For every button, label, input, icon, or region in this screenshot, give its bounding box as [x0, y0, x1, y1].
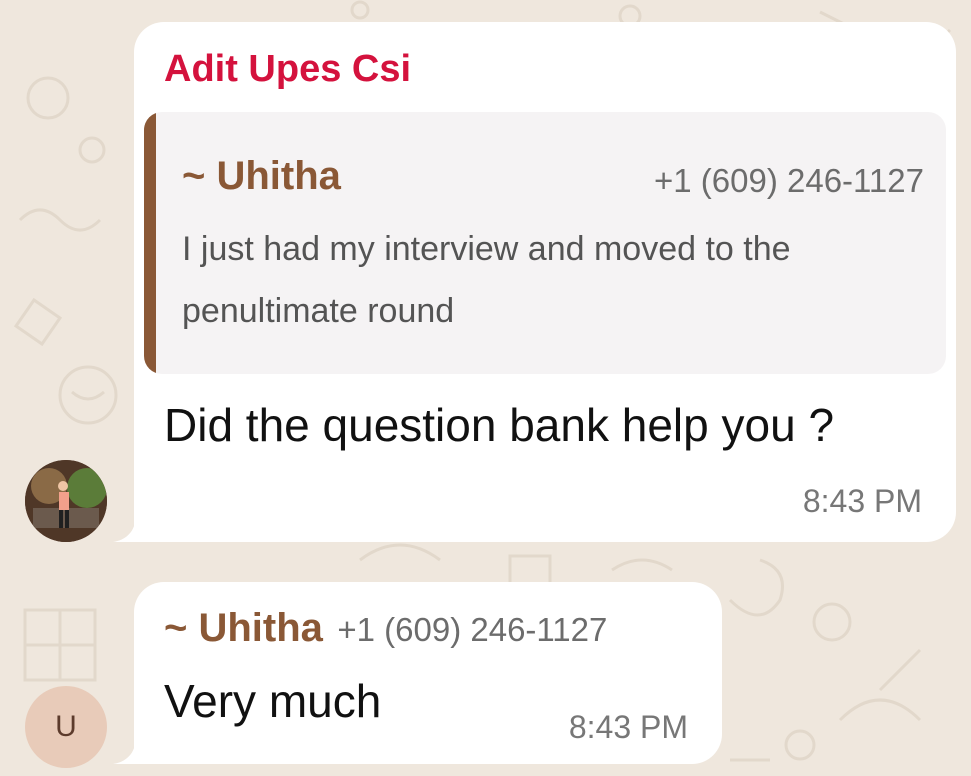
avatar-initial-text: U [55, 710, 77, 743]
quoted-text: I just had my interview and moved to the… [182, 230, 791, 330]
message-time: 8:43 PM [568, 709, 688, 745]
bubble-tail [113, 520, 135, 542]
message-bubble-uhitha[interactable]: ~ Uhitha +1 (609) 246-1127 Very much 8:4… [134, 582, 722, 764]
quote-accent-bar [144, 112, 156, 374]
quoted-phone: +1 (609) 246-1127 [653, 162, 924, 199]
message-text: Did the question bank help you ? [164, 399, 835, 451]
author-name[interactable]: ~ Uhitha [164, 606, 323, 650]
profile-photo-icon [25, 460, 107, 542]
avatar-photo[interactable] [25, 460, 107, 542]
sender-name[interactable]: Adit Upes Csi [164, 48, 411, 91]
message-time: 8:43 PM [802, 483, 922, 519]
author-phone: +1 (609) 246-1127 [337, 611, 608, 648]
message-bubble-adit[interactable]: Adit Upes Csi ~ Uhitha +1 (609) 246-1127… [134, 22, 956, 542]
avatar-initial[interactable]: U [25, 686, 107, 768]
bubble-tail [113, 742, 135, 764]
quoted-message[interactable]: ~ Uhitha +1 (609) 246-1127 I just had my… [144, 112, 946, 374]
quoted-author: ~ Uhitha [182, 154, 341, 198]
author-line: ~ Uhitha +1 (609) 246-1127 [164, 606, 607, 651]
message-text: Very much [164, 675, 382, 727]
